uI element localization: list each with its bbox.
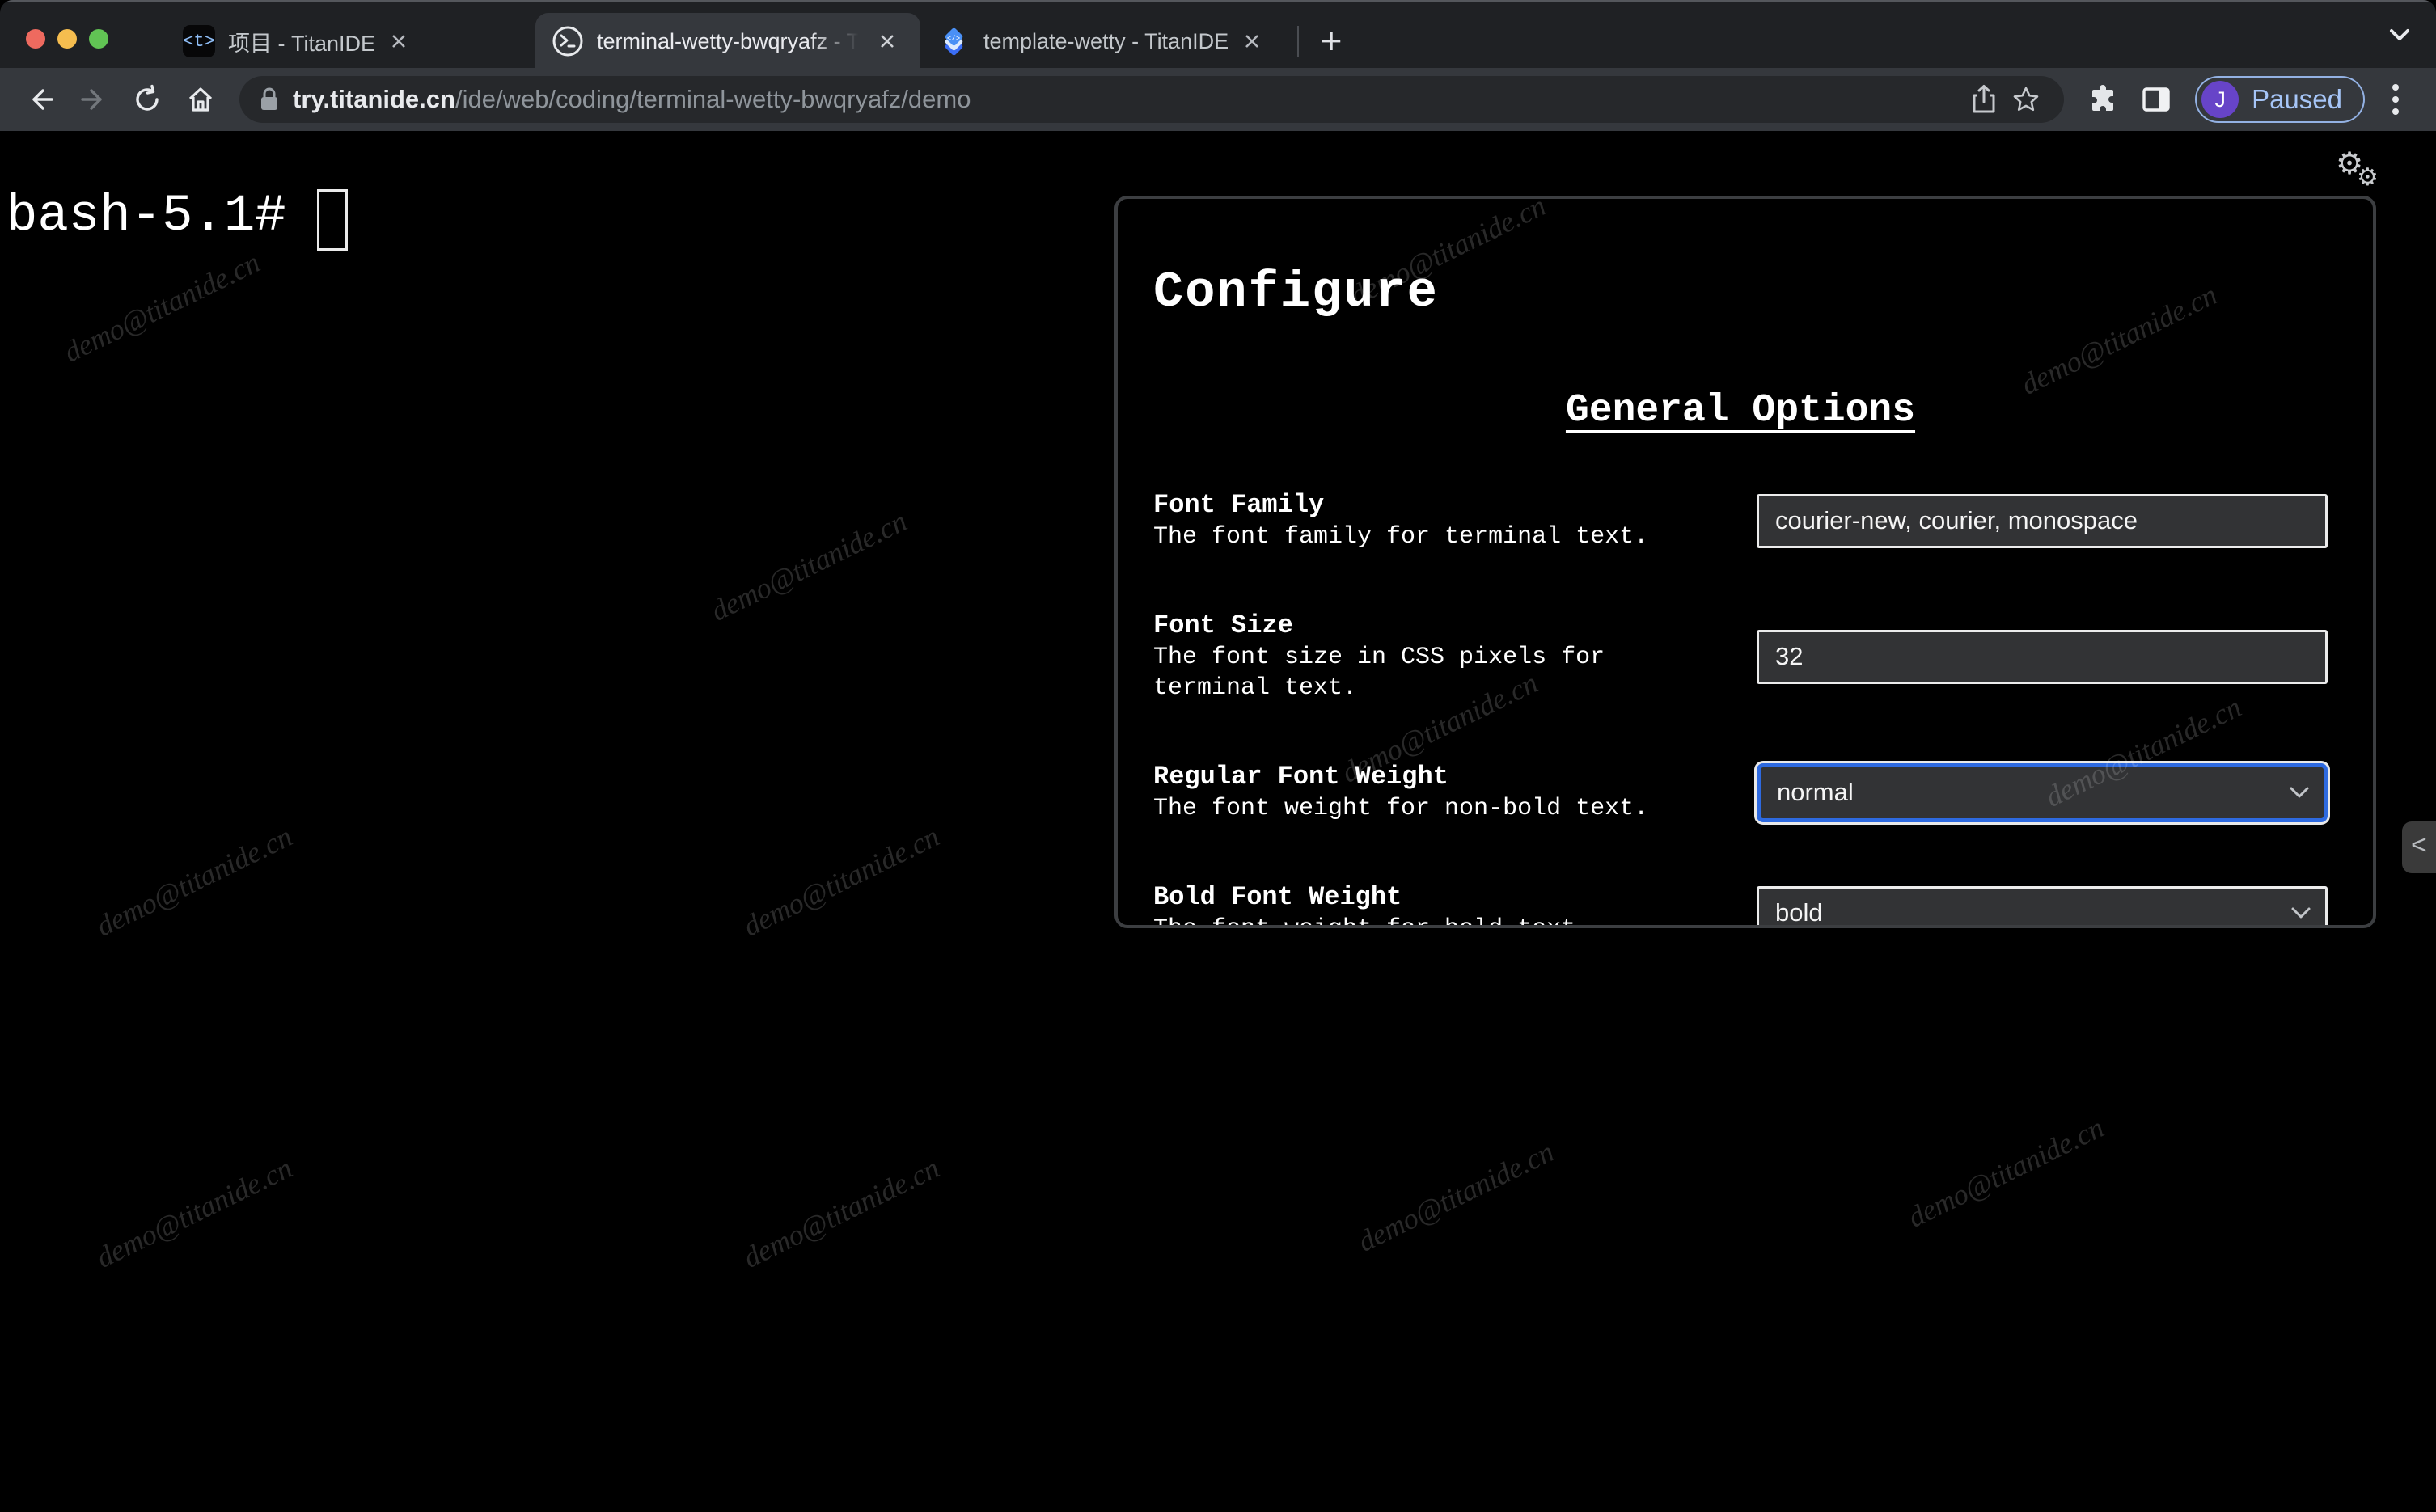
menu-kebab-icon[interactable] xyxy=(2373,77,2418,122)
browser-window: <t> 项目 - TitanIDE terminal-wetty-bwqryaf… xyxy=(0,0,2436,1512)
tab-terminal-wetty[interactable]: terminal-wetty-bwqryafz - Tita xyxy=(535,13,920,70)
select-value: bold xyxy=(1775,898,1823,927)
form-row-bold-font-weight: Bold Font Weight The font weight for bol… xyxy=(1153,881,2328,927)
terminal-cursor xyxy=(316,189,348,251)
regular-font-weight-select[interactable]: normal xyxy=(1757,762,2328,822)
chevron-left-icon: < xyxy=(2410,832,2428,863)
minimize-window-button[interactable] xyxy=(57,29,77,49)
reload-button[interactable] xyxy=(125,77,170,122)
tab-strip: <t> 项目 - TitanIDE terminal-wetty-bwqryaf… xyxy=(0,0,2436,70)
watermark-text: demo@titanide.cn xyxy=(1902,1111,2109,1234)
options-form: Font Family The font family for terminal… xyxy=(1153,489,2328,927)
close-tab-icon[interactable] xyxy=(388,31,409,52)
back-button[interactable] xyxy=(18,77,63,122)
section-heading: General Options xyxy=(1565,389,1916,433)
field-label: Font Family xyxy=(1153,490,1325,520)
terminal-page: bash-5.1# ⚙ ⚙ Configure General Options … xyxy=(0,131,2436,1512)
extensions-puzzle-icon[interactable] xyxy=(2080,77,2125,122)
chevron-down-icon xyxy=(2290,906,2312,920)
browser-toolbar: try.titanide.cn/ide/web/coding/terminal-… xyxy=(0,68,2436,131)
terminal-prompt: bash-5.1# xyxy=(6,188,286,246)
field-label: Font Size xyxy=(1153,610,1293,640)
watermark-text: demo@titanide.cn xyxy=(705,505,912,627)
select-value: normal xyxy=(1777,778,1854,806)
window-controls xyxy=(26,29,108,49)
bookmark-star-icon[interactable] xyxy=(2004,77,2048,122)
close-window-button[interactable] xyxy=(26,29,45,49)
watermark-text: demo@titanide.cn xyxy=(738,820,945,943)
svg-text:</>: </> xyxy=(947,35,960,43)
field-label: Regular Font Weight xyxy=(1153,762,1448,792)
watermark-text: demo@titanide.cn xyxy=(1352,1135,1559,1258)
font-size-input[interactable] xyxy=(1757,629,2328,684)
close-tab-icon[interactable] xyxy=(1241,31,1262,52)
bold-font-weight-select[interactable]: bold xyxy=(1757,885,2328,927)
settings-gears-icon[interactable]: ⚙ ⚙ xyxy=(2336,146,2384,194)
tab-title: template-wetty - TitanIDE xyxy=(983,28,1229,53)
field-description: The font weight for non-bold text. xyxy=(1153,795,1649,822)
collapse-sidebar-handle[interactable]: < xyxy=(2402,821,2436,873)
profile-button[interactable]: J Paused xyxy=(2195,76,2365,123)
tab-title-fade xyxy=(810,21,867,61)
url-text: try.titanide.cn/ide/web/coding/terminal-… xyxy=(293,85,1964,114)
close-tab-icon[interactable] xyxy=(877,31,898,52)
field-description: The font family for terminal text. xyxy=(1153,523,1649,551)
forward-button[interactable] xyxy=(71,77,116,122)
new-tab-button[interactable]: + xyxy=(1309,18,1354,63)
terminal-prompt-line[interactable]: bash-5.1# xyxy=(6,183,348,251)
panel-title: Configure xyxy=(1153,264,1439,321)
address-bar[interactable]: try.titanide.cn/ide/web/coding/terminal-… xyxy=(239,76,2065,123)
field-description: The font weight for bold text. xyxy=(1153,914,1679,925)
home-button[interactable] xyxy=(178,77,223,122)
terminal-favicon-icon xyxy=(552,25,584,57)
form-row-font-family: Font Family The font family for terminal… xyxy=(1153,489,2328,552)
watermark-text: demo@titanide.cn xyxy=(738,1151,945,1274)
tab-project-titanide[interactable]: <t> 项目 - TitanIDE xyxy=(167,13,535,70)
tab-divider xyxy=(1297,26,1299,57)
watermark-text: demo@titanide.cn xyxy=(91,1151,298,1274)
share-icon[interactable] xyxy=(1964,77,2004,122)
lock-icon[interactable] xyxy=(259,87,280,112)
configure-panel: Configure General Options Font Family Th… xyxy=(1114,196,2376,928)
profile-status-label: Paused xyxy=(2252,84,2342,114)
field-description: The font size in CSS pixels for terminal… xyxy=(1153,644,1605,702)
form-row-regular-font-weight: Regular Font Weight The font weight for … xyxy=(1153,761,2328,824)
watermark-text: demo@titanide.cn xyxy=(91,820,298,943)
titanide-favicon-icon: <t> xyxy=(183,25,215,57)
watermark-text: demo@titanide.cn xyxy=(58,246,265,369)
side-panel-icon[interactable] xyxy=(2134,77,2179,122)
layers-favicon-icon: </> xyxy=(937,24,971,58)
avatar: J xyxy=(2201,81,2239,118)
tab-search-icon[interactable] xyxy=(2386,24,2413,45)
chevron-down-icon xyxy=(2288,785,2311,800)
tab-template-wetty[interactable]: </> template-wetty - TitanIDE xyxy=(920,13,1289,70)
url-domain: try.titanide.cn xyxy=(293,85,455,113)
field-label: Bold Font Weight xyxy=(1153,882,1402,912)
tab-title: 项目 - TitanIDE xyxy=(228,31,376,56)
url-path: /ide/web/coding/terminal-wetty-bwqryafz/… xyxy=(455,85,971,113)
form-row-font-size: Font Size The font size in CSS pixels fo… xyxy=(1153,610,2328,703)
font-family-input[interactable] xyxy=(1757,493,2328,548)
zoom-window-button[interactable] xyxy=(89,29,108,49)
